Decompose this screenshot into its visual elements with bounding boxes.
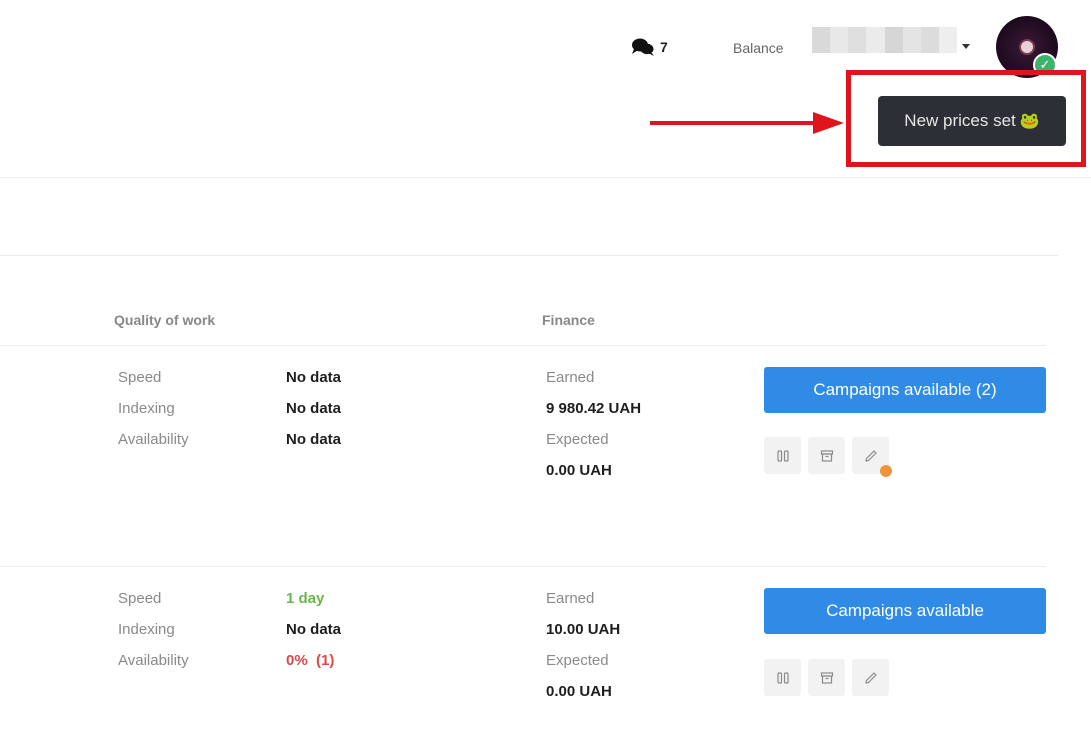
- expected-label: Expected: [546, 652, 609, 669]
- balance-label: Balance: [733, 40, 784, 56]
- notification-dot: [880, 465, 892, 477]
- arrow-annotation: [650, 112, 844, 134]
- archive-button[interactable]: [808, 659, 845, 696]
- tooltip-text: New prices set: [904, 111, 1016, 130]
- availability-label: Availability: [118, 652, 189, 669]
- expected-label: Expected: [546, 431, 609, 448]
- column-header-quality: Quality of work: [114, 312, 216, 328]
- new-prices-tooltip: New prices set 🐸: [878, 96, 1066, 146]
- earned-value: 10.00 UAH: [546, 621, 621, 638]
- availability-label: Availability: [118, 431, 189, 448]
- speed-label: Speed: [118, 590, 162, 607]
- expected-value: 0.00 UAH: [546, 683, 612, 700]
- campaigns-available-button[interactable]: Campaigns available (2): [764, 367, 1046, 413]
- indexing-label: Indexing: [118, 400, 175, 417]
- edit-button[interactable]: [852, 659, 889, 696]
- pause-icon: [776, 449, 789, 462]
- earned-label: Earned: [546, 590, 595, 607]
- divider: [0, 177, 1091, 178]
- divider: [0, 255, 1058, 256]
- divider: [0, 345, 1046, 346]
- chat-count: 7: [660, 39, 668, 55]
- expected-value: 0.00 UAH: [546, 462, 612, 479]
- divider: [0, 566, 1046, 567]
- availability-value: No data: [286, 431, 342, 448]
- earned-value: 9 980.42 UAH: [546, 400, 642, 417]
- pause-button[interactable]: [764, 437, 801, 474]
- frog-icon: 🐸: [1019, 113, 1040, 130]
- archive-icon: [820, 449, 833, 462]
- speed-value: 1 day: [286, 590, 325, 607]
- indexing-value: No data: [286, 400, 342, 417]
- caret-down-icon[interactable]: [962, 44, 970, 49]
- availability-value[interactable]: 0% (1): [286, 652, 334, 669]
- pause-icon: [776, 671, 789, 684]
- column-header-finance: Finance: [542, 312, 595, 328]
- speed-label: Speed: [118, 369, 162, 386]
- pencil-icon: [864, 671, 877, 684]
- avatar-image: [1021, 41, 1033, 53]
- chat-bubbles-icon: [632, 38, 654, 56]
- campaigns-available-button[interactable]: Campaigns available: [764, 588, 1046, 634]
- archive-icon: [820, 671, 833, 684]
- speed-value: No data: [286, 369, 342, 386]
- indexing-label: Indexing: [118, 621, 175, 638]
- pencil-icon: [864, 449, 877, 462]
- indexing-value: No data: [286, 621, 342, 638]
- archive-button[interactable]: [808, 437, 845, 474]
- balance-value-blurred: [812, 27, 957, 53]
- pause-button[interactable]: [764, 659, 801, 696]
- chat-link[interactable]: 7: [632, 37, 668, 57]
- earned-label: Earned: [546, 369, 595, 386]
